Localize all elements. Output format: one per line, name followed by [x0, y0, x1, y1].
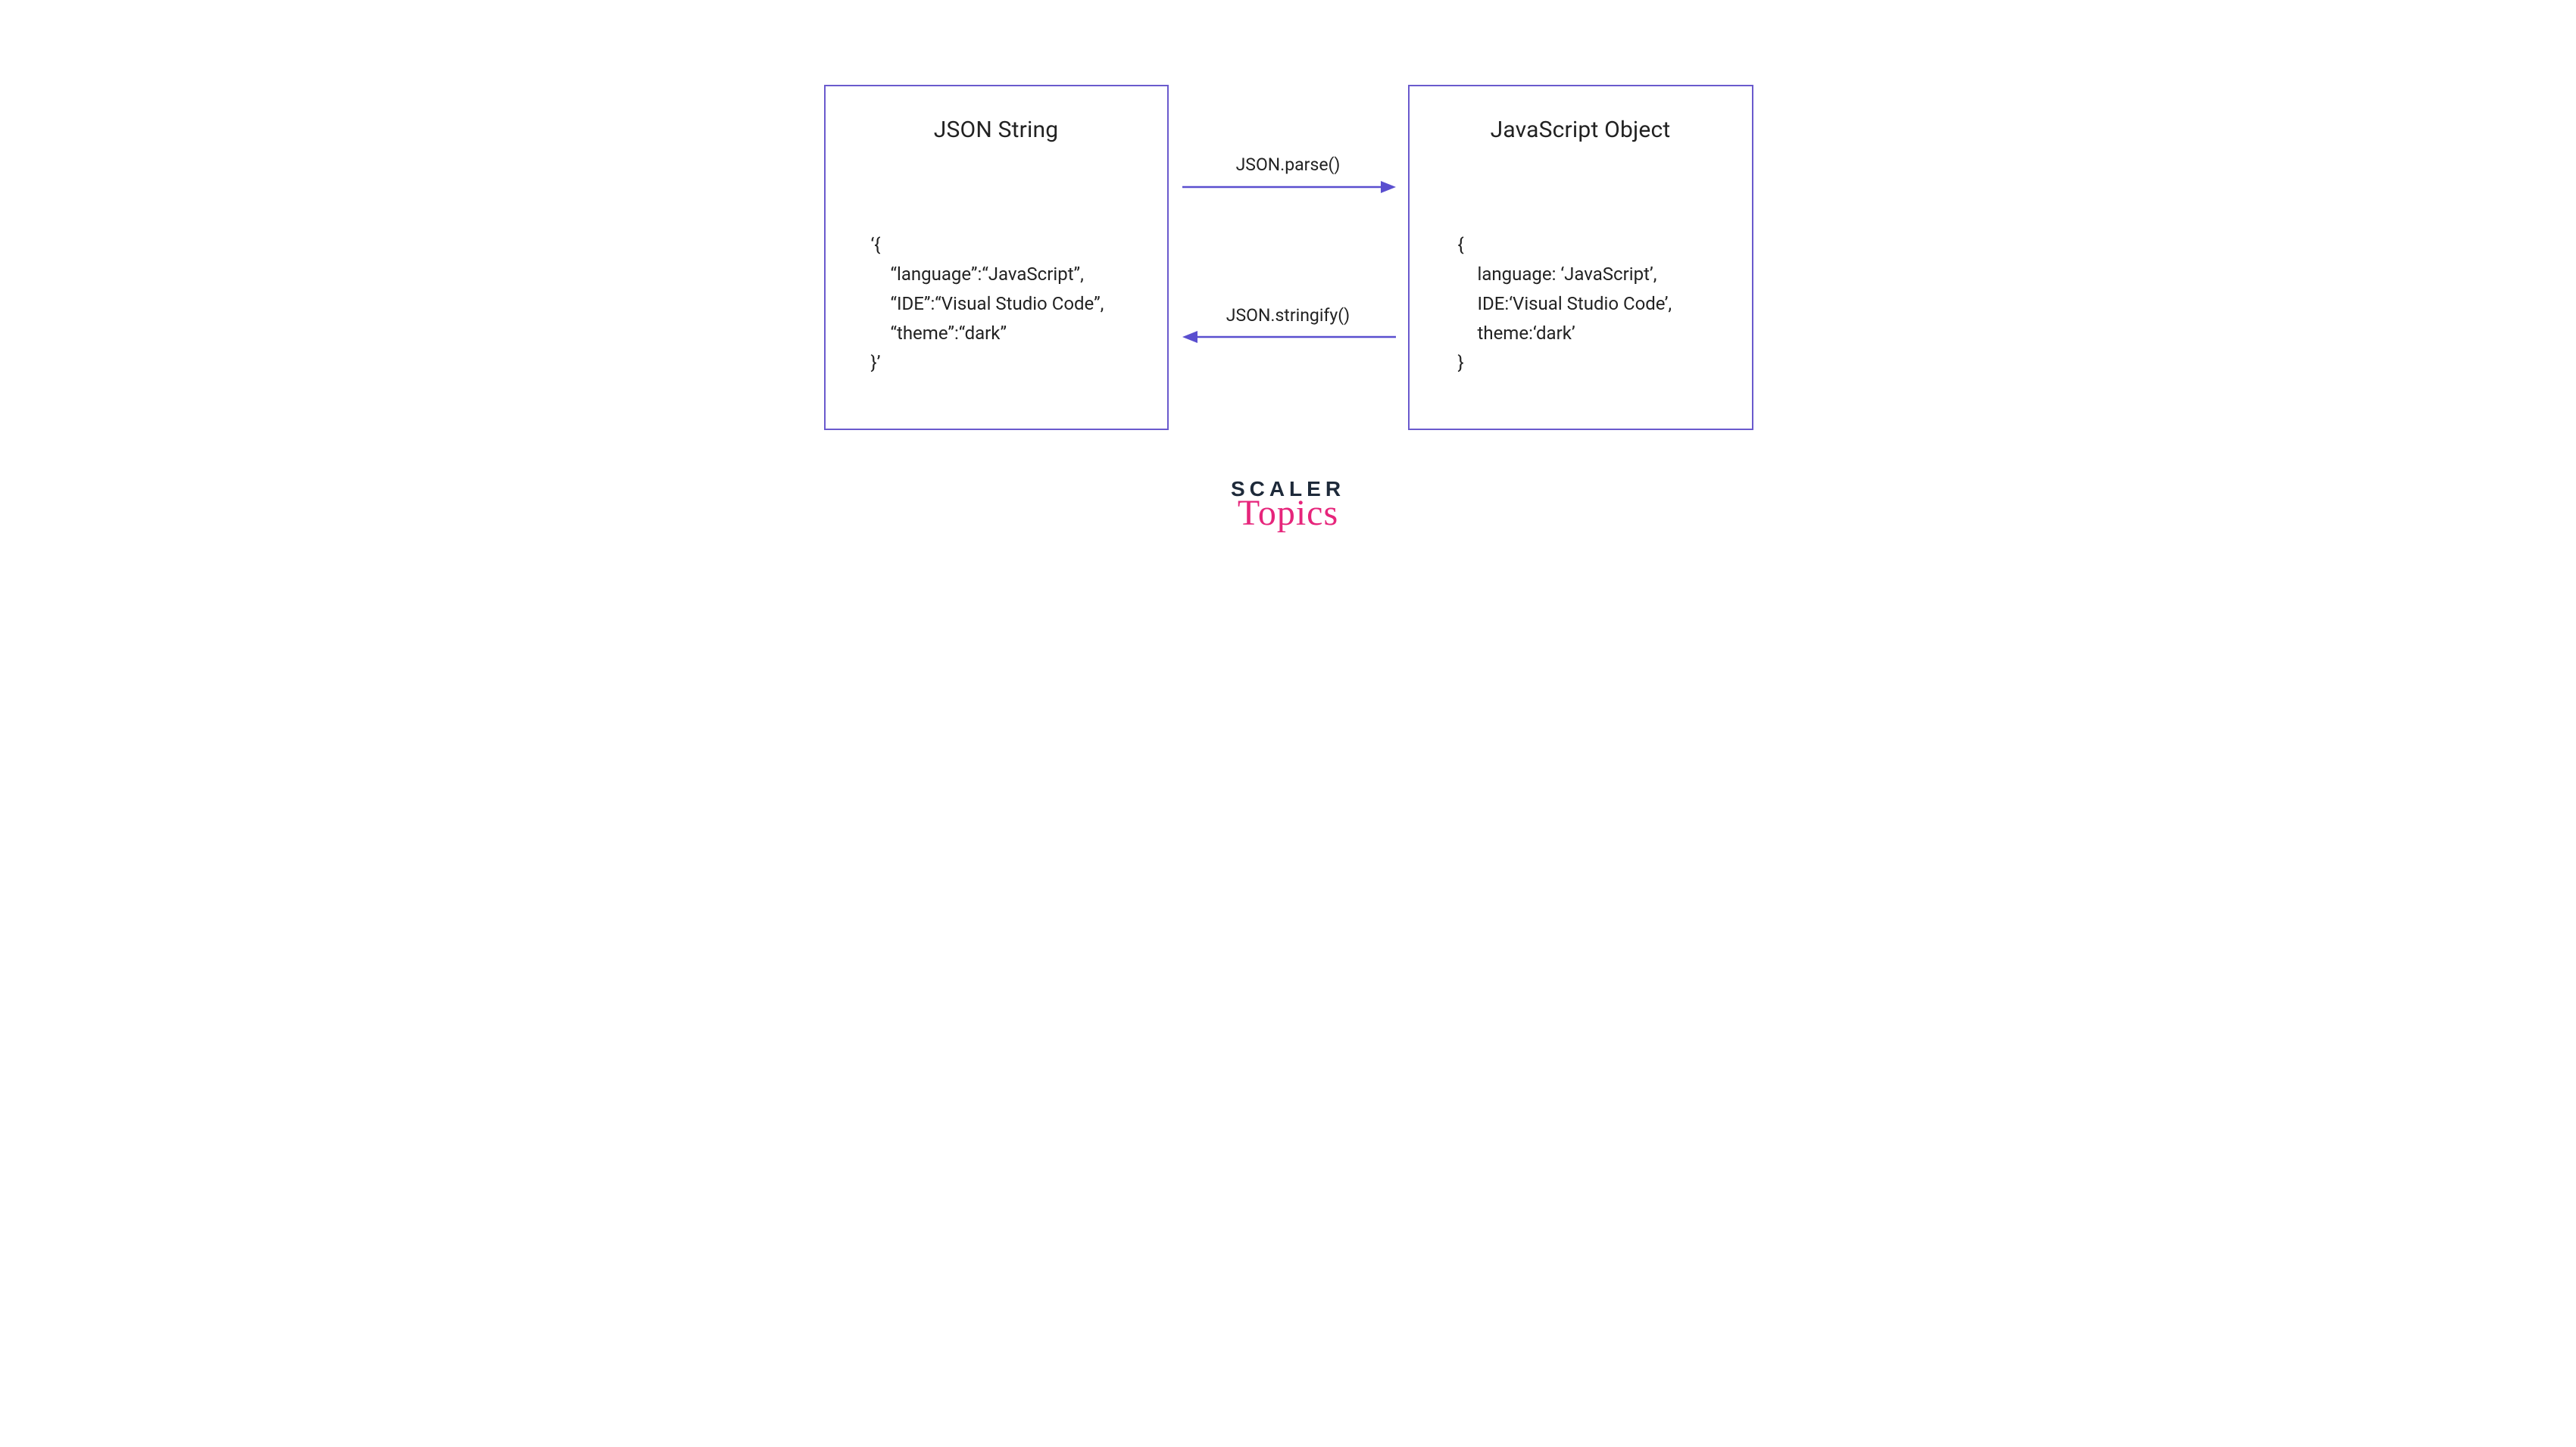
diagram-canvas: JSON String ‘{ “language”:“JavaScript”, … [737, 0, 1840, 618]
javascript-object-title: JavaScript Object [1410, 117, 1752, 143]
code-line: theme:‘dark’ [1458, 319, 1738, 348]
javascript-object-code: { language: ‘JavaScript’, IDE:‘Visual St… [1458, 230, 1738, 377]
json-string-box: JSON String ‘{ “language”:“JavaScript”, … [824, 85, 1169, 430]
code-line: ‘{ [871, 234, 881, 255]
code-line: }’ [871, 352, 881, 373]
code-line: “language”:“JavaScript”, [871, 260, 1151, 289]
code-line: IDE:‘Visual Studio Code’, [1458, 289, 1738, 319]
code-line: language: ‘JavaScript’, [1458, 260, 1738, 289]
scaler-topics-logo: SCALER Topics [1231, 479, 1345, 532]
arrow-right-icon [1182, 180, 1396, 194]
arrow-left-icon [1182, 330, 1396, 344]
code-line: } [1458, 352, 1464, 373]
logo-sub-text: Topics [1231, 495, 1345, 532]
code-line: “theme”:“dark” [871, 319, 1151, 348]
code-line: { [1458, 234, 1464, 255]
javascript-object-box: JavaScript Object { language: ‘JavaScrip… [1408, 85, 1753, 430]
code-line: “IDE”:“Visual Studio Code”, [871, 289, 1151, 319]
json-parse-label: JSON.parse() [1182, 154, 1394, 175]
json-string-code: ‘{ “language”:“JavaScript”, “IDE”:“Visua… [871, 230, 1151, 377]
json-string-title: JSON String [826, 117, 1167, 143]
json-stringify-label: JSON.stringify() [1182, 305, 1394, 326]
